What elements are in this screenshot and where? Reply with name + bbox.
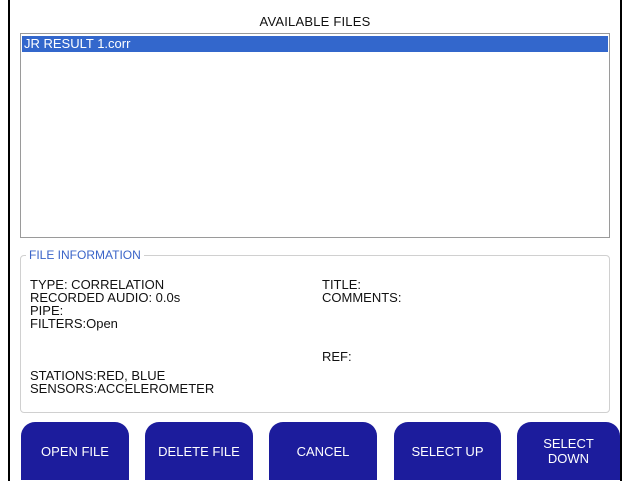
delete-file-button[interactable]: DELETE FILE — [145, 422, 253, 480]
comments-info: COMMENTS: — [322, 290, 402, 305]
file-list[interactable]: JR RESULT 1.corr — [20, 33, 610, 238]
cancel-button[interactable]: CANCEL — [269, 422, 377, 480]
select-up-button[interactable]: SELECT UP — [394, 422, 501, 480]
file-info-left-column: TYPE: CORRELATION RECORDED AUDIO: 0.0s P… — [30, 278, 180, 330]
ref-info: REF: — [322, 349, 352, 364]
file-list-item[interactable]: JR RESULT 1.corr — [22, 36, 608, 52]
file-info-right-column: TITLE: COMMENTS: — [322, 278, 401, 304]
select-down-label-line1: SELECT — [543, 436, 594, 451]
open-file-button[interactable]: OPEN FILE — [21, 422, 129, 480]
select-down-label-line2: DOWN — [547, 451, 590, 466]
file-info-left-column-lower: STATIONS:RED, BLUE SENSORS:ACCELEROMETER — [30, 369, 214, 395]
sensors-info: SENSORS:ACCELEROMETER — [30, 381, 215, 396]
select-down-button[interactable]: SELECT DOWN — [517, 422, 620, 480]
available-files-title: AVAILABLE FILES — [259, 14, 371, 29]
screen-frame-left — [8, 0, 10, 481]
file-information-legend: FILE INFORMATION — [26, 249, 144, 262]
file-info-ref: REF: — [322, 350, 352, 363]
screen-frame-right — [620, 0, 622, 481]
filters-info: FILTERS:Open — [30, 316, 118, 331]
